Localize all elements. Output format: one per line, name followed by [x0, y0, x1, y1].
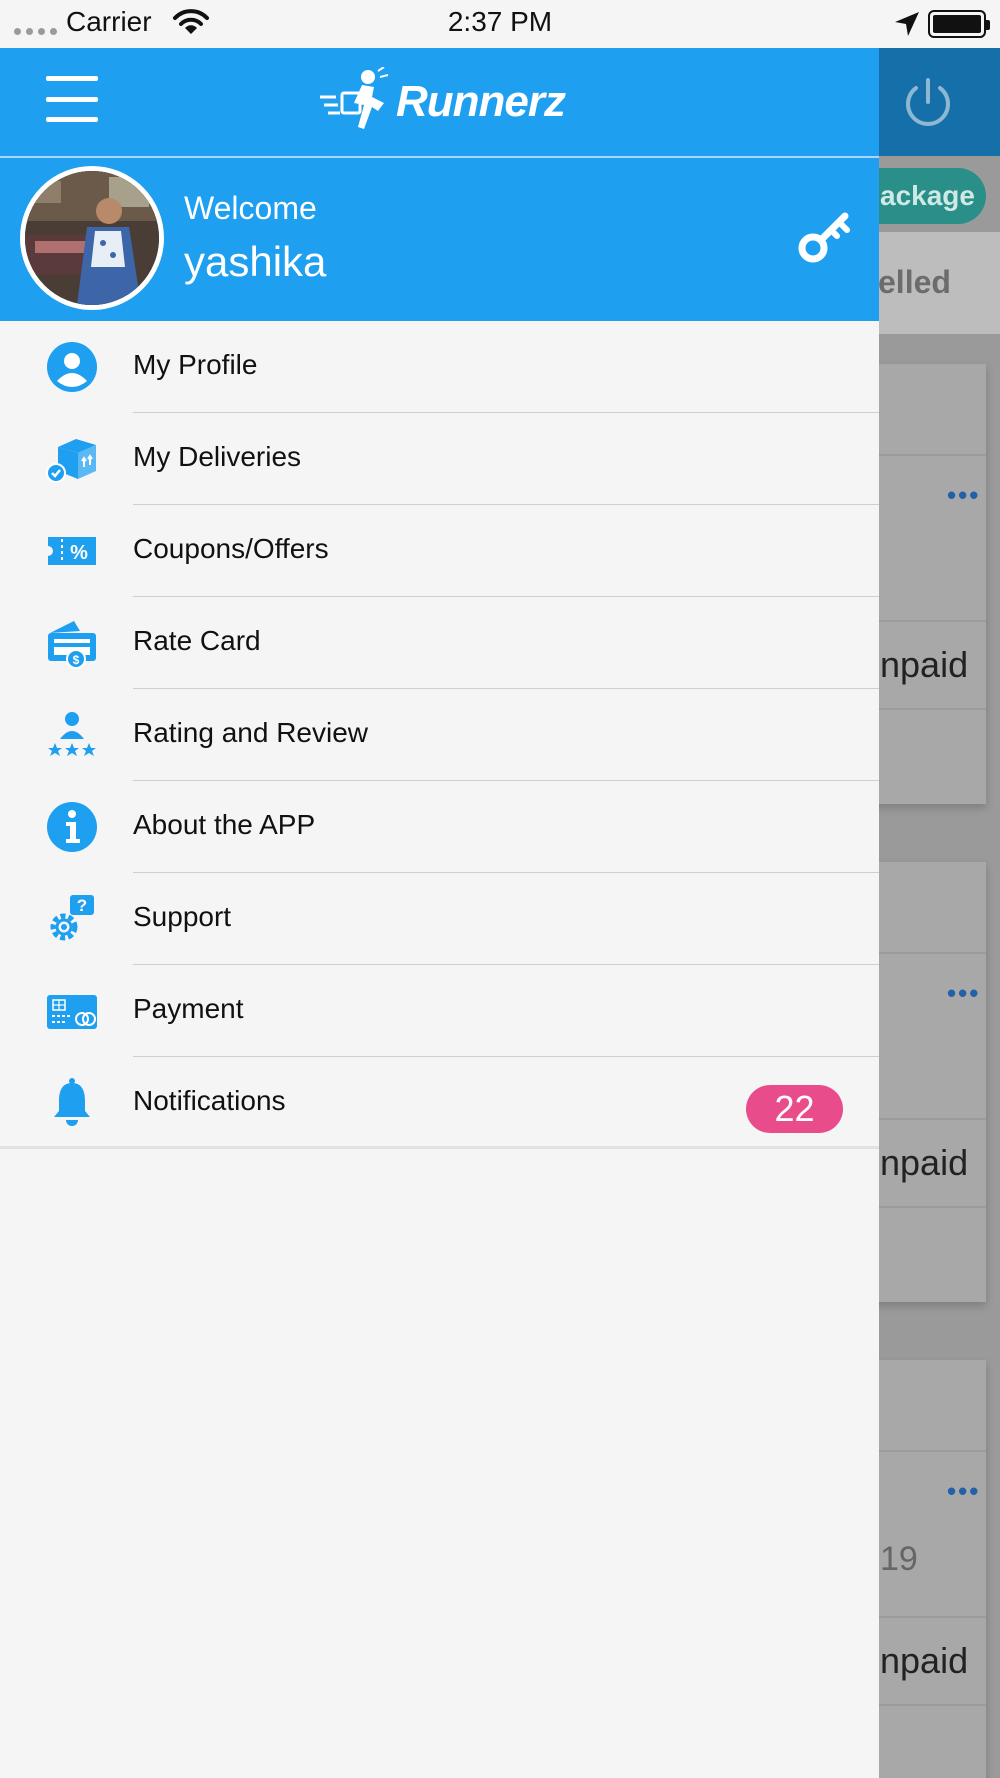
payment-card-icon: [47, 995, 97, 1029]
menu-item-label: Support: [133, 901, 232, 932]
user-icon: [47, 342, 97, 392]
menu-item-payment[interactable]: Payment: [0, 965, 879, 1057]
brand-logo: Runnerz: [318, 66, 566, 138]
hamburger-menu-icon[interactable]: [46, 76, 98, 122]
payment-status: npaid: [880, 644, 969, 685]
username: yashika: [184, 238, 327, 285]
coupon-icon: %: [48, 537, 96, 565]
menu-item-label: My Profile: [133, 349, 258, 380]
profile-banner: Welcome yashika: [0, 158, 879, 321]
date-fragment: 19: [880, 1540, 918, 1578]
menu-item-support[interactable]: ? Support: [0, 873, 879, 965]
menu-item-rating-and-review[interactable]: Rating and Review: [0, 689, 879, 781]
status-bar: Carrier 2:37 PM: [0, 0, 1000, 48]
side-drawer: Runnerz Welcome yashika My Profile My De…: [0, 48, 879, 1778]
menu-item-coupons-offers[interactable]: % Coupons/Offers: [0, 505, 879, 597]
location-arrow-icon: [895, 12, 919, 36]
more-icon[interactable]: •••: [947, 978, 980, 1009]
bell-icon: [54, 1078, 90, 1126]
menu-item-rate-card[interactable]: $ Rate Card: [0, 597, 879, 689]
menu-item-label: Rate Card: [133, 625, 261, 656]
svg-text:$: $: [73, 653, 80, 667]
menu-item-label: Coupons/Offers: [133, 533, 329, 564]
battery-icon: [928, 10, 990, 38]
drawer-menu: My Profile My Deliveries % Coupons/Offer…: [0, 321, 879, 1149]
menu-item-label: About the APP: [133, 809, 316, 840]
menu-item-label: Notifications: [133, 1085, 286, 1116]
runner-icon: [320, 67, 389, 129]
clock: 2:37 PM: [447, 6, 553, 37]
support-gear-icon: ?: [50, 895, 94, 941]
svg-text:%: %: [70, 542, 88, 564]
key-icon[interactable]: [795, 206, 855, 266]
more-icon[interactable]: •••: [947, 1476, 980, 1507]
svg-text:?: ?: [77, 896, 87, 915]
menu-item-notifications[interactable]: Notifications 22: [0, 1057, 879, 1149]
menu-item-label: Payment: [133, 993, 244, 1024]
power-icon[interactable]: [900, 74, 956, 130]
menu-item-my-profile[interactable]: My Profile: [0, 321, 879, 413]
rating-icon: [48, 712, 96, 756]
notification-count-badge: 22: [746, 1085, 843, 1133]
menu-item-about-the-app[interactable]: About the APP: [0, 781, 879, 873]
info-icon: [47, 802, 97, 852]
menu-item-label: My Deliveries: [133, 441, 302, 472]
drawer-header: Runnerz: [0, 48, 879, 156]
more-icon[interactable]: •••: [947, 480, 980, 511]
avatar[interactable]: [20, 166, 164, 310]
rate-card-icon: $: [48, 621, 96, 669]
brand-name: Runnerz: [396, 77, 566, 126]
welcome-label: Welcome: [184, 190, 317, 226]
menu-item-label: Rating and Review: [133, 717, 369, 748]
payment-status: npaid: [880, 1640, 969, 1681]
menu-item-my-deliveries[interactable]: My Deliveries: [0, 413, 879, 505]
filter-text: elled: [878, 264, 951, 300]
delivery-box-icon: [46, 439, 96, 483]
payment-status: npaid: [880, 1142, 969, 1183]
